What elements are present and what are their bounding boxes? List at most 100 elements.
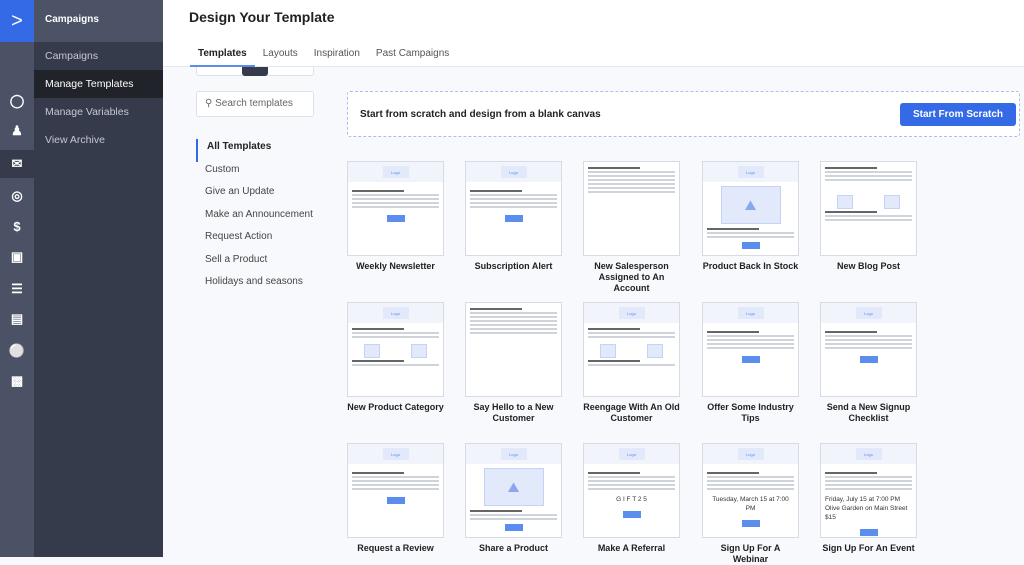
template-name[interactable]: Offer Some Industry Tips bbox=[702, 402, 799, 424]
thumbnail-logo: Logo bbox=[382, 307, 409, 319]
template-thumbnail[interactable]: Logo bbox=[347, 161, 444, 256]
template-name[interactable]: Share a Product bbox=[465, 543, 562, 554]
header: Design Your Template Templates Layouts Ins… bbox=[163, 0, 1024, 67]
lightbulb-icon[interactable]: ◯ bbox=[0, 87, 34, 115]
category-item[interactable]: Request Action bbox=[196, 229, 322, 252]
template-thumbnail[interactable]: Logo G I F T 2 5 bbox=[583, 443, 680, 538]
template-thumbnail[interactable]: Logo ⛰ bbox=[465, 443, 562, 538]
tab-layouts[interactable]: Layouts bbox=[255, 48, 306, 67]
list-icon[interactable]: ☰ bbox=[0, 275, 34, 303]
template-thumbnail[interactable] bbox=[820, 161, 917, 256]
sub-navigation: Campaigns Campaigns Manage Templates Manag… bbox=[34, 0, 163, 557]
template-thumbnail[interactable]: Logo Tuesday, March 15 at 7:00 PM bbox=[702, 443, 799, 538]
template-thumbnail[interactable]: Logo Friday, July 15 at 7:00 PM Olive Gar… bbox=[820, 443, 917, 538]
search-icon: ⚲ bbox=[205, 98, 213, 109]
template-card[interactable]: Logo ⛰ Share a Product bbox=[465, 443, 562, 554]
thumbnail-logo: Logo bbox=[855, 448, 882, 460]
template-card[interactable]: Logo Offer Some Industry Tips bbox=[702, 302, 799, 424]
template-name[interactable]: Say Hello to a New Customer bbox=[465, 402, 562, 424]
template-name[interactable]: New Blog Post bbox=[820, 261, 917, 272]
mail-icon[interactable]: ✉ bbox=[0, 150, 34, 178]
thumbnail-highlight: Tuesday, March 15 at 7:00 PM bbox=[712, 496, 789, 512]
image-placeholder-icon: ⛰ bbox=[720, 186, 781, 224]
template-name[interactable]: Sign Up For An Event bbox=[820, 543, 917, 554]
search-input[interactable]: ⚲ Search templates bbox=[196, 91, 314, 117]
thumbnail-logo: Logo bbox=[737, 448, 764, 460]
category-item[interactable]: Custom bbox=[196, 162, 322, 185]
template-name[interactable]: Request a Review bbox=[347, 543, 444, 554]
template-thumbnail[interactable]: Logo bbox=[583, 302, 680, 397]
template-thumbnail[interactable] bbox=[583, 161, 680, 256]
template-thumbnail[interactable]: Logo bbox=[702, 302, 799, 397]
template-card[interactable]: Say Hello to a New Customer bbox=[465, 302, 562, 424]
template-name[interactable]: Subscription Alert bbox=[465, 261, 562, 272]
category-item[interactable]: Make an Announcement bbox=[196, 207, 322, 230]
tabs: Templates Layouts Inspiration Past Campaign… bbox=[190, 48, 457, 67]
template-name[interactable]: Product Back In Stock bbox=[702, 261, 799, 272]
icon-rail: > ⚲ ◯♟ ✉ ◎$ ▣ ☰▤ ⚪▩ bbox=[0, 0, 314, 557]
template-card[interactable]: Logo New Product Category bbox=[347, 302, 444, 413]
start-from-scratch-button[interactable]: Start From Scratch bbox=[900, 103, 1016, 126]
tab-past-campaigns[interactable]: Past Campaigns bbox=[368, 48, 457, 67]
template-name[interactable]: New Salesperson Assigned to An Account bbox=[583, 261, 680, 294]
template-name[interactable]: New Product Category bbox=[347, 402, 444, 413]
document-icon[interactable]: ▤ bbox=[0, 305, 34, 333]
template-thumbnail[interactable] bbox=[465, 302, 562, 397]
template-card[interactable]: Logo Weekly Newsletter bbox=[347, 161, 444, 272]
thumbnail-highlight: G I F T 2 5 bbox=[616, 496, 647, 503]
tab-inspiration[interactable]: Inspiration bbox=[306, 48, 368, 67]
category-item[interactable]: Holidays and seasons bbox=[196, 274, 322, 297]
template-thumbnail[interactable]: Logo ⛰ bbox=[702, 161, 799, 256]
start-from-scratch-panel: Start from scratch and design from a bla… bbox=[347, 91, 1020, 137]
thumbnail-logo: Logo bbox=[618, 448, 645, 460]
subnav-item[interactable]: Manage Variables bbox=[34, 98, 163, 126]
template-name[interactable]: Sign Up For A Webinar bbox=[702, 543, 799, 565]
scratch-text: Start from scratch and design from a bla… bbox=[360, 109, 601, 120]
template-card[interactable]: New Blog Post bbox=[820, 161, 917, 272]
subnav-item[interactable]: Manage Templates bbox=[34, 70, 163, 98]
subnav-item[interactable]: Campaigns bbox=[34, 42, 163, 70]
page-title: Design Your Template bbox=[189, 9, 335, 25]
template-card[interactable]: Logo Tuesday, March 15 at 7:00 PM Sign Up … bbox=[702, 443, 799, 565]
thumbnail-logo: Logo bbox=[737, 307, 764, 319]
chart-icon[interactable]: ▩ bbox=[0, 367, 34, 395]
template-name[interactable]: Make A Referral bbox=[583, 543, 680, 554]
template-thumbnail[interactable]: Logo bbox=[347, 302, 444, 397]
image-placeholder-icon: ⛰ bbox=[483, 468, 544, 506]
contacts-icon[interactable]: ♟ bbox=[0, 117, 34, 145]
template-card[interactable]: Logo Friday, July 15 at 7:00 PM Olive Gar… bbox=[820, 443, 917, 554]
template-card[interactable]: Logo Request a Review bbox=[347, 443, 444, 554]
category-list: All Templates Custom Give an Update Make an… bbox=[196, 139, 322, 297]
chat-icon[interactable]: ▣ bbox=[0, 243, 34, 271]
template-card[interactable]: New Salesperson Assigned to An Account bbox=[583, 161, 680, 294]
tab-templates[interactable]: Templates bbox=[190, 48, 255, 67]
category-item[interactable]: Sell a Product bbox=[196, 252, 322, 275]
template-card[interactable]: Logo Reengage With An Old Customer bbox=[583, 302, 680, 424]
search-placeholder: Search templates bbox=[215, 98, 293, 109]
thumbnail-logo: Logo bbox=[382, 166, 409, 178]
thumbnail-logo: Logo bbox=[500, 448, 527, 460]
brand-logo-icon[interactable]: > bbox=[0, 0, 34, 42]
thumbnail-logo: Logo bbox=[618, 307, 645, 319]
subnav-item[interactable]: View Archive bbox=[34, 126, 163, 154]
template-card[interactable]: Logo ⛰ Product Back In Stock bbox=[702, 161, 799, 272]
thumbnail-highlight: Friday, July 15 at 7:00 PM Olive Garden … bbox=[825, 496, 908, 521]
template-thumbnail[interactable]: Logo bbox=[820, 302, 917, 397]
template-name[interactable]: Reengage With An Old Customer bbox=[583, 402, 680, 424]
dollar-icon[interactable]: $ bbox=[0, 212, 34, 240]
template-card[interactable]: Logo Subscription Alert bbox=[465, 161, 562, 272]
template-card[interactable]: Logo G I F T 2 5 Make A Referral bbox=[583, 443, 680, 554]
template-name[interactable]: Weekly Newsletter bbox=[347, 261, 444, 272]
template-name[interactable]: Send a New Signup Checklist bbox=[820, 402, 917, 424]
template-card[interactable]: Logo Send a New Signup Checklist bbox=[820, 302, 917, 424]
thumbnail-logo: Logo bbox=[382, 448, 409, 460]
thumbnail-logo: Logo bbox=[855, 307, 882, 319]
template-thumbnail[interactable]: Logo bbox=[347, 443, 444, 538]
thumbnail-logo: Logo bbox=[500, 166, 527, 178]
thumbnail-logo: Logo bbox=[737, 166, 764, 178]
category-item[interactable]: Give an Update bbox=[196, 184, 322, 207]
target-icon[interactable]: ◎ bbox=[0, 182, 34, 210]
category-item[interactable]: All Templates bbox=[196, 139, 322, 162]
template-thumbnail[interactable]: Logo bbox=[465, 161, 562, 256]
globe-icon[interactable]: ⚪ bbox=[0, 337, 34, 365]
